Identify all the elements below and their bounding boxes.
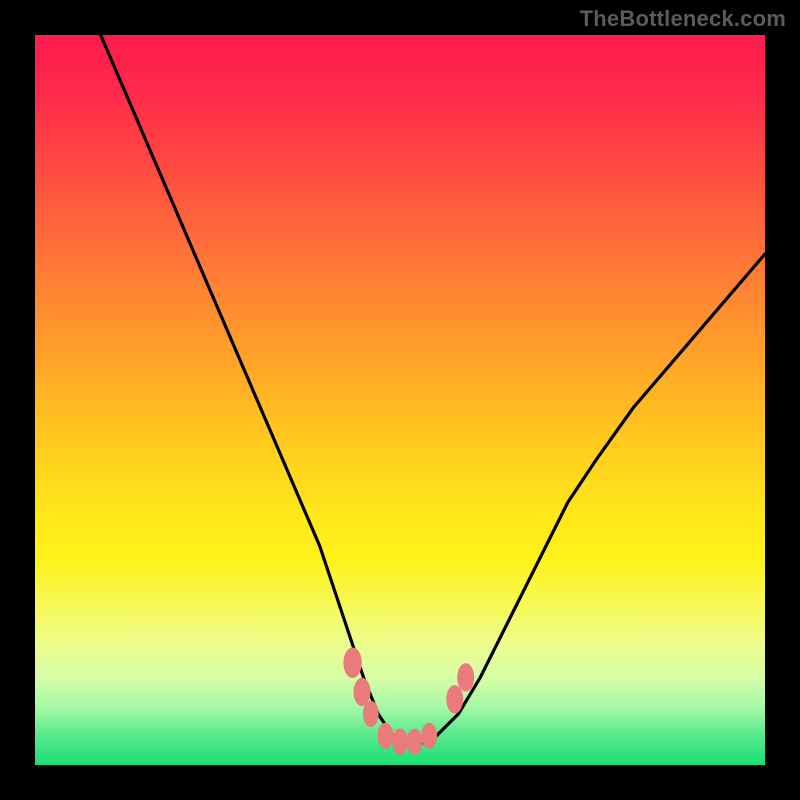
flat-4 xyxy=(421,723,437,749)
plot-area xyxy=(35,35,765,765)
dot-right-1 xyxy=(446,685,463,713)
dot-right-2 xyxy=(457,663,474,691)
dot-left-3 xyxy=(363,701,379,727)
bottleneck-curve xyxy=(101,35,765,743)
chart-frame: TheBottleneck.com xyxy=(0,0,800,800)
curve-markers xyxy=(343,648,474,755)
flat-3 xyxy=(407,729,423,755)
flat-1 xyxy=(378,723,394,749)
curve-svg xyxy=(35,35,765,765)
dot-left-1 xyxy=(343,648,361,679)
flat-2 xyxy=(392,729,408,755)
watermark-text: TheBottleneck.com xyxy=(580,6,786,32)
